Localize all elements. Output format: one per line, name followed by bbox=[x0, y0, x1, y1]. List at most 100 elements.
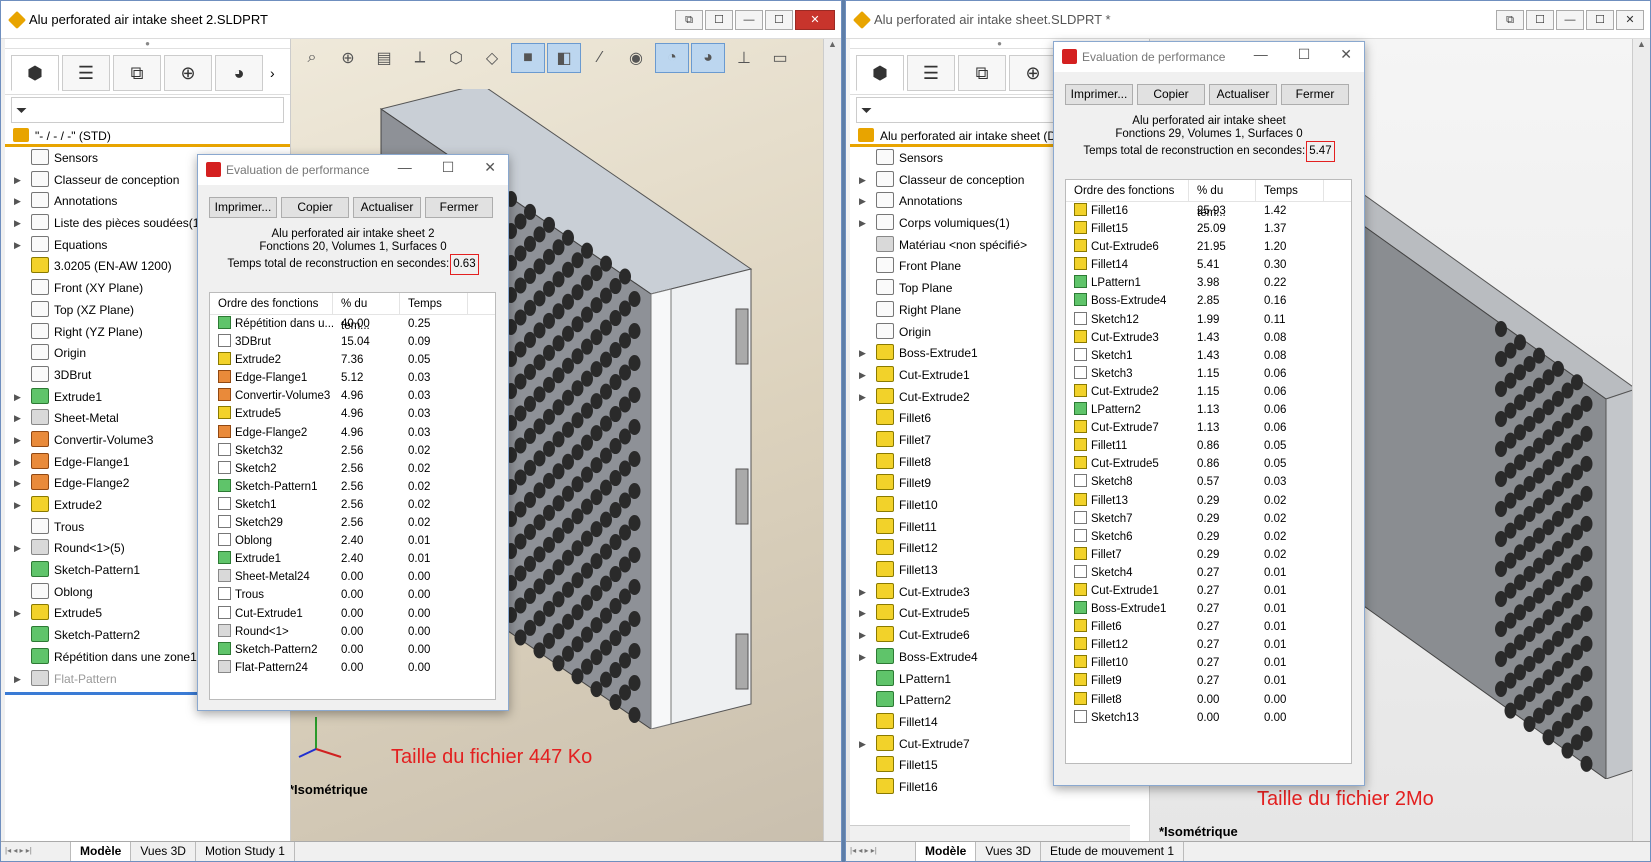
table-row[interactable]: Cut-Extrude7 1.13 0.06 bbox=[1066, 419, 1351, 437]
table-row[interactable]: Convertir-Volume3 4.96 0.03 bbox=[210, 387, 495, 405]
table-row[interactable]: Fillet8 0.00 0.00 bbox=[1066, 691, 1351, 709]
table-row[interactable]: Oblong 2.40 0.01 bbox=[210, 532, 495, 550]
zoom-fit-icon[interactable]: ⌕ bbox=[295, 43, 329, 73]
maximize-button[interactable]: ☐ bbox=[1586, 10, 1614, 30]
table-row[interactable]: Extrude2 7.36 0.05 bbox=[210, 351, 495, 369]
table-row[interactable]: Sketch1 1.43 0.08 bbox=[1066, 347, 1351, 365]
table-row[interactable]: Fillet16 25.93 1.42 bbox=[1066, 202, 1351, 220]
expand-arrow-icon[interactable]: ▶ bbox=[859, 734, 866, 755]
table-row[interactable]: Cut-Extrude5 0.86 0.05 bbox=[1066, 455, 1351, 473]
restore-pane-button[interactable]: ⧉ bbox=[1496, 10, 1524, 30]
table-row[interactable]: Flat-Pattern24 0.00 0.00 bbox=[210, 659, 495, 677]
table-row[interactable]: Fillet6 0.27 0.01 bbox=[1066, 618, 1351, 636]
table-row[interactable]: Sheet-Metal24 0.00 0.00 bbox=[210, 568, 495, 586]
minimize-button[interactable]: — bbox=[735, 10, 763, 30]
table-row[interactable]: Sketch-Pattern1 2.56 0.02 bbox=[210, 478, 495, 496]
tree-horizontal-scrollbar[interactable] bbox=[850, 825, 1130, 841]
table-row[interactable]: Sketch2 2.56 0.02 bbox=[210, 460, 495, 478]
tree-root[interactable]: "- / - / -" (STD) bbox=[5, 125, 290, 147]
table-row[interactable]: Extrude5 4.96 0.03 bbox=[210, 405, 495, 423]
zoom-area-icon[interactable]: ⊕ bbox=[331, 43, 365, 73]
section-view-icon[interactable]: ▤ bbox=[367, 43, 401, 73]
table-row[interactable]: Trous 0.00 0.00 bbox=[210, 586, 495, 604]
expand-arrow-icon[interactable]: ▶ bbox=[14, 669, 21, 690]
table-row[interactable]: LPattern1 3.98 0.22 bbox=[1066, 274, 1351, 292]
expand-arrow-icon[interactable]: ▶ bbox=[14, 473, 21, 494]
vertical-scrollbar[interactable]: ▲ bbox=[823, 39, 841, 841]
table-row[interactable]: Sketch29 2.56 0.02 bbox=[210, 514, 495, 532]
table-row[interactable]: Sketch8 0.57 0.03 bbox=[1066, 473, 1351, 491]
table-row[interactable]: Fillet11 0.86 0.05 bbox=[1066, 437, 1351, 455]
table-row[interactable]: Fillet9 0.27 0.01 bbox=[1066, 672, 1351, 690]
table-row[interactable]: Cut-Extrude2 1.15 0.06 bbox=[1066, 383, 1351, 401]
expand-arrow-icon[interactable]: ▶ bbox=[859, 365, 866, 386]
vertical-scrollbar[interactable]: ▲ bbox=[1632, 39, 1650, 841]
table-row[interactable]: Cut-Extrude6 21.95 1.20 bbox=[1066, 238, 1351, 256]
tab-model[interactable]: Modèle bbox=[71, 842, 132, 861]
expand-arrow-icon[interactable]: ▶ bbox=[859, 170, 866, 191]
tab-model[interactable]: Modèle bbox=[916, 842, 977, 861]
table-row[interactable]: 3DBrut 15.04 0.09 bbox=[210, 333, 495, 351]
print-button[interactable]: Imprimer... bbox=[1065, 84, 1133, 105]
dynamic-annotation-icon[interactable]: ⟂ bbox=[403, 43, 437, 73]
expand-arrow-icon[interactable]: ▶ bbox=[859, 647, 866, 668]
refresh-button[interactable]: Actualiser bbox=[353, 197, 421, 218]
view-orientation-icon[interactable]: ⬡ bbox=[439, 43, 473, 73]
table-row[interactable]: Sketch12 1.99 0.11 bbox=[1066, 311, 1351, 329]
table-row[interactable]: Sketch-Pattern2 0.00 0.00 bbox=[210, 641, 495, 659]
shaded-icon[interactable]: ■ bbox=[511, 43, 545, 73]
table-row[interactable]: Fillet15 25.09 1.37 bbox=[1066, 220, 1351, 238]
display-style-icon[interactable]: ◇ bbox=[475, 43, 509, 73]
expand-arrow-icon[interactable]: ▶ bbox=[14, 191, 21, 212]
table-row[interactable]: Sketch3 1.15 0.06 bbox=[1066, 365, 1351, 383]
col-percent[interactable]: % du tem... bbox=[333, 293, 400, 332]
expand-arrow-icon[interactable]: ▶ bbox=[14, 603, 21, 624]
tab-motion-study[interactable]: Motion Study 1 bbox=[196, 842, 295, 861]
table-row[interactable]: Répétition dans u... 40.00 0.25 bbox=[210, 315, 495, 333]
close-dialog-button[interactable]: Fermer bbox=[1281, 84, 1349, 105]
expand-arrow-icon[interactable]: ▶ bbox=[14, 495, 21, 516]
table-row[interactable]: Sketch7 0.29 0.02 bbox=[1066, 510, 1351, 528]
filter-icon[interactable]: ⏷ bbox=[11, 97, 284, 123]
chevron-right-icon[interactable]: › bbox=[266, 55, 275, 88]
copy-button[interactable]: Copier bbox=[281, 197, 349, 218]
table-row[interactable]: Boss-Extrude4 2.85 0.16 bbox=[1066, 292, 1351, 310]
configuration-manager-tab-icon[interactable]: ⧉ bbox=[958, 55, 1006, 91]
minimize-button[interactable]: — bbox=[1556, 10, 1584, 30]
table-row[interactable]: Fillet12 0.27 0.01 bbox=[1066, 636, 1351, 654]
view-settings-icon[interactable]: ◔ bbox=[655, 43, 689, 73]
dialog-maximize-icon[interactable]: ☐ bbox=[442, 159, 455, 176]
table-row[interactable]: Round<1> 0.00 0.00 bbox=[210, 623, 495, 641]
dialog-close-icon[interactable]: ✕ bbox=[1340, 46, 1352, 63]
expand-arrow-icon[interactable]: ▶ bbox=[14, 387, 21, 408]
tile-button[interactable]: ☐ bbox=[705, 10, 733, 30]
table-row[interactable]: Extrude1 2.40 0.01 bbox=[210, 550, 495, 568]
property-manager-tab-icon[interactable]: ☰ bbox=[907, 55, 955, 91]
tab-3d-views[interactable]: Vues 3D bbox=[976, 842, 1041, 861]
display-manager-tab-icon[interactable]: ◕ bbox=[215, 55, 263, 91]
table-row[interactable]: Edge-Flange2 4.96 0.03 bbox=[210, 424, 495, 442]
expand-arrow-icon[interactable]: ▶ bbox=[14, 452, 21, 473]
table-row[interactable]: Fillet7 0.29 0.02 bbox=[1066, 546, 1351, 564]
dialog-maximize-icon[interactable]: ☐ bbox=[1298, 46, 1311, 63]
col-feature-order[interactable]: Ordre des fonctions bbox=[1066, 180, 1189, 201]
table-row[interactable]: Cut-Extrude1 0.27 0.01 bbox=[1066, 582, 1351, 600]
close-dialog-button[interactable]: Fermer bbox=[425, 197, 493, 218]
dialog-minimize-icon[interactable]: — bbox=[1254, 46, 1268, 63]
table-row[interactable]: Fillet13 0.29 0.02 bbox=[1066, 492, 1351, 510]
refresh-button[interactable]: Actualiser bbox=[1209, 84, 1277, 105]
expand-arrow-icon[interactable]: ▶ bbox=[14, 170, 21, 191]
dialog-close-icon[interactable]: ✕ bbox=[484, 159, 496, 176]
table-row[interactable]: Sketch32 2.56 0.02 bbox=[210, 442, 495, 460]
maximize-button[interactable]: ☐ bbox=[765, 10, 793, 30]
col-time[interactable]: Temps bbox=[400, 293, 468, 314]
feature-manager-tab-icon[interactable]: ⬢ bbox=[856, 55, 904, 91]
hide-show-icon[interactable]: ◧ bbox=[547, 43, 581, 73]
restore-pane-button[interactable]: ⧉ bbox=[675, 10, 703, 30]
tab-3d-views[interactable]: Vues 3D bbox=[131, 842, 196, 861]
table-row[interactable]: LPattern2 1.13 0.06 bbox=[1066, 401, 1351, 419]
dialog-minimize-icon[interactable]: — bbox=[398, 159, 412, 176]
tab-motion-study[interactable]: Etude de mouvement 1 bbox=[1041, 842, 1185, 861]
close-button[interactable]: ✕ bbox=[795, 10, 835, 30]
expand-arrow-icon[interactable]: ▶ bbox=[859, 603, 866, 624]
